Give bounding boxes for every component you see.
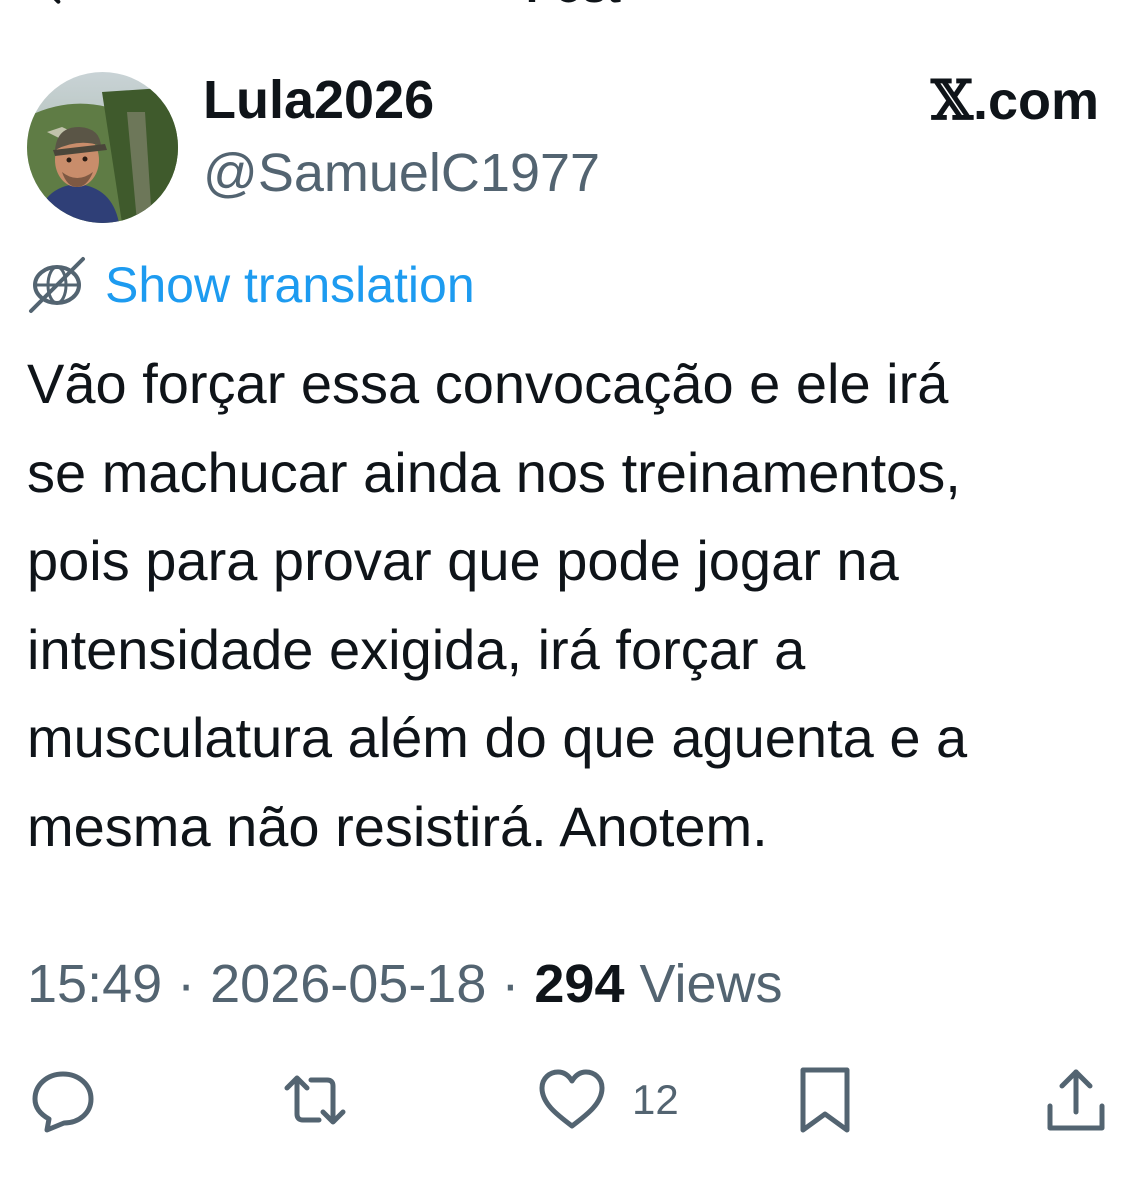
x-watermark: 𝕏.com bbox=[931, 70, 1099, 131]
share-icon bbox=[1047, 1069, 1105, 1131]
show-translation-button[interactable]: Show translation bbox=[27, 255, 475, 315]
views-label: Views bbox=[624, 954, 783, 1014]
page-title: Post bbox=[0, 0, 1147, 10]
top-bar: Post bbox=[0, 0, 1147, 14]
share-button[interactable] bbox=[1040, 1064, 1112, 1136]
tweet-time[interactable]: 15:49 bbox=[27, 954, 162, 1014]
like-count: 12 bbox=[632, 1076, 679, 1123]
user-handle[interactable]: @SamuelC1977 bbox=[203, 142, 600, 204]
translate-globe-icon bbox=[29, 257, 85, 313]
x-watermark-suffix: .com bbox=[972, 71, 1099, 131]
tweet-meta: 15:49 · 2026-05-18 · 294 Views bbox=[27, 950, 783, 1018]
tweet-text: Vão forçar essa convocação e ele irá se … bbox=[27, 352, 968, 858]
reply-icon bbox=[32, 1071, 94, 1133]
retweet-icon bbox=[284, 1075, 346, 1125]
display-name[interactable]: Lula2026 bbox=[203, 70, 434, 130]
retweet-button[interactable] bbox=[279, 1064, 351, 1136]
action-bar: 12 bbox=[0, 1064, 1147, 1136]
bookmark-icon bbox=[800, 1067, 850, 1133]
reply-button[interactable] bbox=[27, 1064, 99, 1136]
bookmark-button[interactable] bbox=[789, 1064, 861, 1136]
avatar[interactable] bbox=[27, 72, 178, 223]
like-button[interactable]: 12 bbox=[536, 1064, 679, 1136]
x-logo: 𝕏 bbox=[931, 68, 973, 132]
meta-separator: · bbox=[162, 954, 211, 1014]
views-count: 294 bbox=[534, 954, 625, 1014]
meta-separator: · bbox=[486, 954, 535, 1014]
show-translation-label: Show translation bbox=[105, 257, 475, 313]
tweet-date[interactable]: 2026-05-18 bbox=[210, 954, 486, 1014]
avatar-photo bbox=[27, 72, 178, 223]
heart-icon bbox=[539, 1069, 605, 1129]
